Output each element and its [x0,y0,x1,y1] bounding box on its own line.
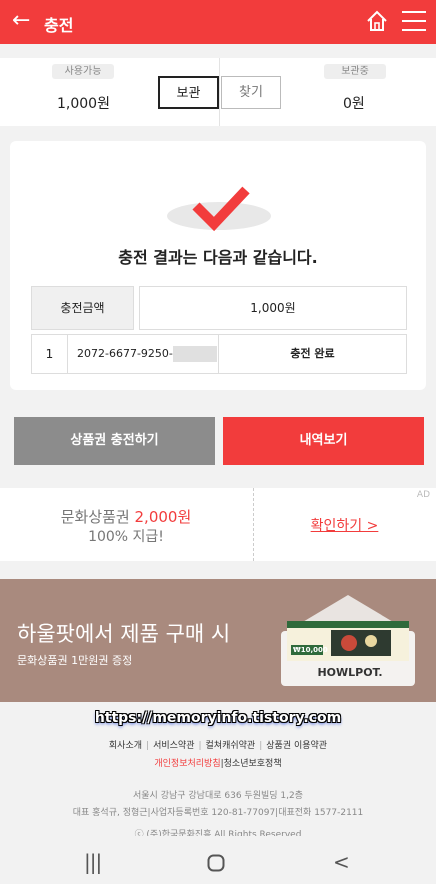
ad-banner[interactable]: AD 문화상품권 2,000원 100% 지급! 확인하기 > [0,488,436,561]
card-number: 2072-6677-9250- [77,347,173,360]
amount-value: 1,000원 [139,286,407,330]
row-index: 1 [32,335,68,373]
footer-links-2: 개인정보처리방침|청소년보호정책 [154,759,282,769]
charge-voucher-button[interactable]: 상품권 충전하기 [14,417,215,465]
banner-title: 하울팟에서 제품 구매 시 [17,622,231,646]
nav-back-icon[interactable]: < [333,850,350,874]
card-number-cell: 2072-6677-9250- [68,335,219,373]
view-history-button[interactable]: 내역보기 [223,417,424,465]
footer-link-culturecash[interactable]: 컬쳐캐쉬약관 [206,741,256,751]
recent-apps-icon[interactable]: ||| [84,850,102,874]
system-nav-bar: ||| < [0,836,436,884]
menu-icon[interactable] [402,11,426,31]
back-arrow-icon[interactable]: ← [12,8,30,34]
promo-banner[interactable]: 하울팟에서 제품 구매 시 문화상품권 1만원권 증정 ₩10,000 HOWL… [0,579,436,702]
footer-address: 서울시 강남구 강남대로 636 두원빌딩 1,2층 [133,791,303,801]
voucher-amount: ₩10,000 [293,646,328,654]
home-icon[interactable] [366,10,388,32]
tab-find[interactable]: 찾기 [221,76,281,109]
brand-logo: HOWLPOT. [317,666,383,679]
ad-subline: 100% 지급! [88,529,164,545]
banner-subtitle: 문화상품권 1만원권 증정 [17,654,133,667]
masked-digits [172,346,217,362]
footer-link-youth[interactable]: 청소년보호정책 [224,759,282,769]
available-value: 1,000원 [57,96,110,112]
ad-confirm-link[interactable]: 확인하기 > [253,515,436,535]
ad-tag: AD [416,490,430,500]
footer: https://memoryinfo.tistory.com 회사소개 | 서비스약… [0,702,436,840]
app-header: ← 충전 [0,0,436,44]
home-button-icon[interactable] [207,854,225,872]
tab-store[interactable]: 보관 [158,76,219,109]
ad-amount: 2,000원 [134,508,192,526]
stored-value: 0원 [343,96,365,112]
result-card: 충전 결과는 다음과 같습니다. 충전금액 1,000원 1 2072-6677… [10,141,426,390]
footer-links: 회사소개 | 서비스약관 | 컬쳐캐쉬약관 | 상품권 이용약관 [108,741,328,751]
footer-link-company[interactable]: 회사소개 [109,741,142,751]
check-icon [192,186,250,232]
charge-status: 충전 완료 [290,347,335,360]
footer-company-info: 대표 홍석규, 정형근|사업자등록번호 120-81-77097|대표전화 15… [72,808,364,818]
watermark-url: https://memoryinfo.tistory.com [94,710,342,726]
result-title: 충전 결과는 다음과 같습니다. [118,248,318,267]
balance-panel: 사용가능 1,000원 보관중 0원 보관 찾기 [0,58,436,126]
footer-link-privacy[interactable]: 개인정보처리방침 [154,759,220,769]
footer-link-voucher-terms[interactable]: 상품권 이용약관 [266,741,327,751]
table-row: 1 2072-6677-9250- 충전 완료 [31,334,407,374]
amount-label: 충전금액 [31,286,134,330]
ad-headline: 문화상품권 2,000원 [60,508,192,526]
available-label: 사용가능 [52,64,114,79]
stored-label: 보관중 [324,64,386,79]
page-title: 충전 [44,16,74,35]
footer-link-service[interactable]: 서비스약관 [153,741,194,751]
